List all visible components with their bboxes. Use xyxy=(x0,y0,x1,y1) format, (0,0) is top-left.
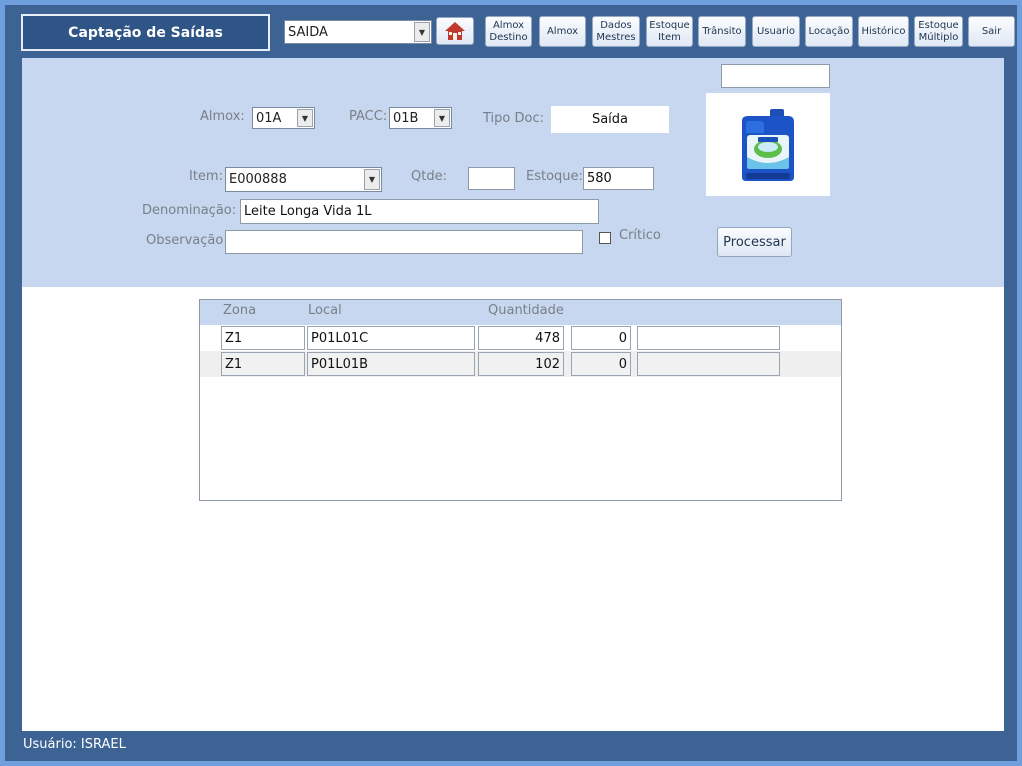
quantidade-cell[interactable]: 478 xyxy=(478,326,564,350)
locacao-button[interactable]: Locação xyxy=(805,16,853,47)
tipodoc-value: Saída xyxy=(551,106,669,133)
home-button[interactable] xyxy=(436,17,474,45)
page-title: Captação de Saídas xyxy=(21,14,270,51)
estoque-field[interactable]: 580 xyxy=(583,167,654,190)
table-row[interactable]: Z1 P01L01C 478 0 xyxy=(200,325,841,351)
home-icon xyxy=(445,22,465,40)
top-right-field[interactable] xyxy=(721,64,830,88)
column-header-local: Local xyxy=(308,303,342,318)
dados-mestres-button[interactable]: Dados Mestres xyxy=(592,16,640,47)
product-image xyxy=(706,93,830,196)
zona-cell[interactable]: Z1 xyxy=(221,326,305,350)
grid-header: Zona Local Quantidade xyxy=(200,300,841,325)
estoque-multiplo-button[interactable]: Estoque Múltiplo xyxy=(914,16,963,47)
item-label: Item: xyxy=(189,169,223,184)
sair-button[interactable]: Sair xyxy=(968,16,1015,47)
chevron-down-icon[interactable]: ▼ xyxy=(414,22,430,42)
estoque-item-button[interactable]: Estoque Item xyxy=(646,16,693,47)
observacao-label: Observação: xyxy=(146,233,228,248)
form-panel: Almox: 01A ▼ PACC: 01B ▼ Tipo Doc: Saída xyxy=(22,58,1004,287)
almox-select-value: 01A xyxy=(256,110,282,126)
extra-cell[interactable]: 0 xyxy=(571,326,631,350)
almox-label: Almox: xyxy=(200,109,245,124)
extra-cell[interactable]: 0 xyxy=(571,352,631,376)
qtde-label: Qtde: xyxy=(411,169,447,184)
historico-button[interactable]: Histórico xyxy=(858,16,909,47)
chevron-down-icon[interactable]: ▼ xyxy=(364,169,380,190)
qtde-input[interactable] xyxy=(468,167,515,190)
almox-button[interactable]: Almox xyxy=(539,16,586,47)
processar-button[interactable]: Processar xyxy=(717,227,792,257)
note-cell[interactable] xyxy=(637,352,780,376)
almox-select[interactable]: 01A ▼ xyxy=(252,107,315,129)
main-area: Almox: 01A ▼ PACC: 01B ▼ Tipo Doc: Saída xyxy=(22,58,1004,731)
pacc-select[interactable]: 01B ▼ xyxy=(389,107,452,129)
observacao-field[interactable] xyxy=(225,230,583,254)
locations-grid: Zona Local Quantidade Z1 P01L01C 478 0 Z… xyxy=(199,299,842,501)
almox-destino-button[interactable]: Almox Destino xyxy=(485,16,532,47)
critico-checkbox[interactable] xyxy=(599,232,611,244)
tipodoc-label: Tipo Doc: xyxy=(483,111,544,126)
zona-cell[interactable]: Z1 xyxy=(221,352,305,376)
usuario-button[interactable]: Usuario xyxy=(752,16,800,47)
type-select[interactable]: SAIDA ▼ xyxy=(284,20,432,44)
local-cell[interactable]: P01L01C xyxy=(307,326,475,350)
estoque-label: Estoque: xyxy=(526,169,583,184)
note-cell[interactable] xyxy=(637,326,780,350)
quantidade-cell[interactable]: 102 xyxy=(478,352,564,376)
denominacao-field[interactable]: Leite Longa Vida 1L xyxy=(240,199,599,224)
local-cell[interactable]: P01L01B xyxy=(307,352,475,376)
pacc-select-value: 01B xyxy=(393,110,419,126)
item-select-value: E000888 xyxy=(229,172,287,187)
pacc-label: PACC: xyxy=(349,109,388,124)
critico-label: Crítico xyxy=(619,228,661,243)
column-header-zona: Zona xyxy=(223,303,257,318)
column-header-quantidade: Quantidade xyxy=(488,303,564,318)
type-select-value: SAIDA xyxy=(288,24,328,40)
chevron-down-icon[interactable]: ▼ xyxy=(297,109,313,127)
table-row[interactable]: Z1 P01L01B 102 0 xyxy=(200,351,841,377)
chevron-down-icon[interactable]: ▼ xyxy=(434,109,450,127)
transito-button[interactable]: Trânsito xyxy=(698,16,746,47)
denominacao-label: Denominação: xyxy=(142,203,237,218)
item-select[interactable]: E000888 ▼ xyxy=(225,167,382,192)
product-jug-icon xyxy=(742,108,794,181)
user-label: Usuário: ISRAEL xyxy=(23,737,126,752)
